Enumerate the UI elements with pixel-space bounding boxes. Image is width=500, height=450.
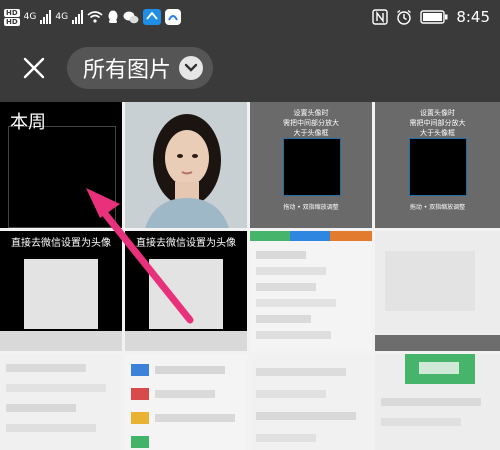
t4-caption-1: 设置头像时 [420, 109, 455, 117]
thumbnail-5[interactable]: 直接去微信设置为头像 [0, 231, 122, 351]
thumbnail-8[interactable] [375, 231, 500, 351]
thumbnail-7[interactable] [250, 231, 372, 351]
signal-icon-2 [72, 10, 84, 24]
network-type-2: 4G [55, 12, 69, 22]
t6-caption: 直接去微信设置为头像 [136, 238, 236, 249]
wifi-icon [87, 11, 103, 23]
thumbnail-11[interactable] [250, 354, 372, 450]
network-type-1: 4G [23, 12, 37, 22]
qq-icon [107, 10, 119, 24]
t5-caption: 直接去微信设置为头像 [11, 238, 111, 249]
app-icon-white [165, 9, 182, 25]
t4-caption-2: 需把中间部分放大 [409, 119, 466, 127]
signal-icon-1 [40, 10, 52, 24]
hd-badge-1: HD [4, 8, 20, 17]
close-button[interactable] [14, 48, 54, 88]
thumbnail-4[interactable]: 设置头像时 需把中间部分放大 大于头像框 拖动 • 双指缩放调整 [375, 102, 500, 228]
photo-grid: 设置头像时 需把中间部分放大 大于头像框 拖动 • 双指缩放调整 设置头像时 需… [0, 102, 500, 450]
t3-caption-1: 设置头像时 [293, 109, 329, 117]
hd-badge-2: HD [4, 17, 20, 26]
close-icon [23, 57, 45, 79]
status-left: HD HD 4G 4G [4, 5, 182, 29]
chevron-down-icon [179, 56, 204, 80]
nfc-icon [372, 9, 389, 25]
thumbnail-9[interactable] [0, 354, 122, 450]
t4-small: 拖动 • 双指缩放调整 [409, 204, 466, 211]
status-right: 8:45 [372, 5, 490, 29]
album-selector[interactable]: 所有图片 [67, 47, 214, 89]
thumbnail-12[interactable] [375, 354, 500, 450]
portrait-image [125, 102, 247, 228]
thumbnail-2[interactable] [125, 102, 247, 228]
thumbnail-6[interactable]: 直接去微信设置为头像 [125, 231, 247, 351]
album-title: 所有图片 [83, 58, 172, 83]
t3-caption-3: 大于头像框 [293, 129, 329, 137]
t4-caption-3: 大于头像框 [420, 129, 455, 137]
alarm-icon [396, 9, 412, 25]
battery-icon [420, 10, 448, 24]
hd-badges: HD HD [4, 8, 20, 26]
thumbnail-10[interactable] [125, 354, 247, 450]
t3-small: 拖动 • 双指缩放调整 [283, 204, 339, 211]
wechat-icon [123, 11, 139, 24]
section-label-week: 本周 [10, 112, 46, 133]
top-bar: 所有图片 [0, 34, 500, 102]
clock-time: 8:45 [456, 8, 490, 26]
t3-caption-2: 需把中间部分放大 [283, 119, 339, 127]
status-bar: HD HD 4G 4G 8:45 [0, 0, 500, 34]
thumbnail-3[interactable]: 设置头像时 需把中间部分放大 大于头像框 拖动 • 双指缩放调整 [250, 102, 372, 228]
app-icon-blue [143, 9, 162, 25]
